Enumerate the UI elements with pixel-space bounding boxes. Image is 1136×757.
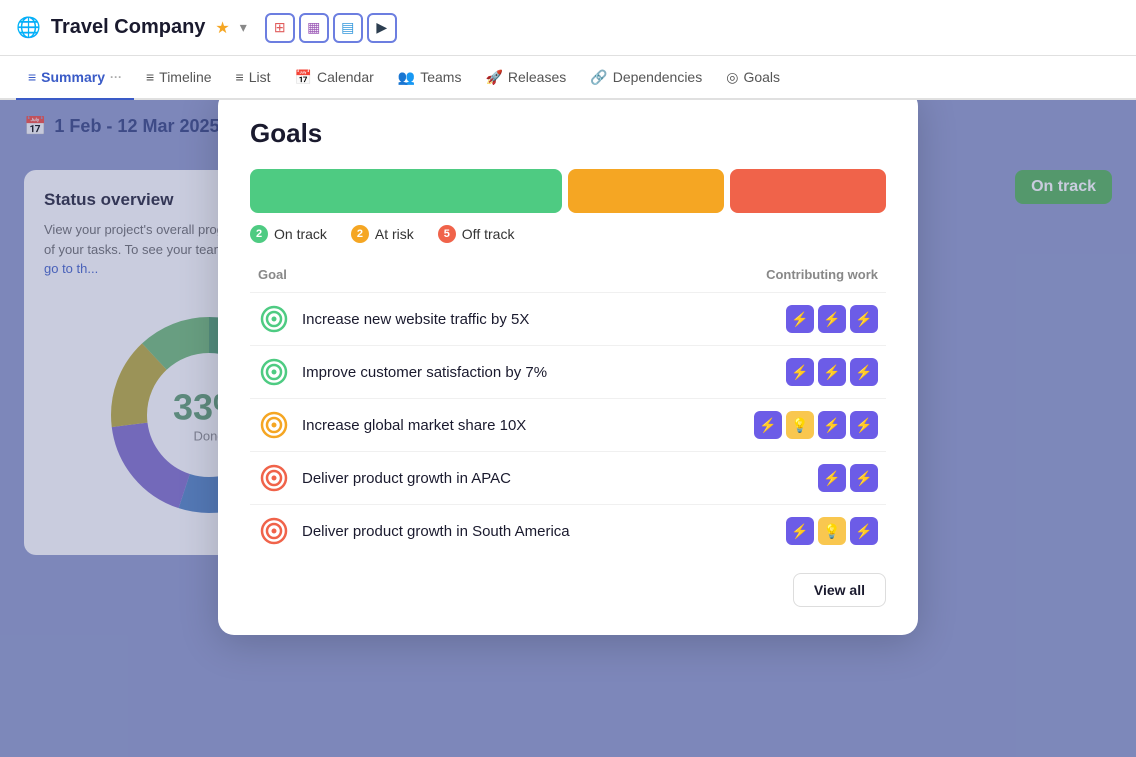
top-bar: 🌐 Travel Company ★ ▾ ⊞ ▦ ▤ ▶ — [0, 0, 1136, 56]
goal-row[interactable]: Deliver product growth in APAC ⚡ ⚡ — [250, 451, 886, 504]
goal-row[interactable]: Increase global market share 10X ⚡ 💡 ⚡ ⚡ — [250, 398, 886, 451]
contrib-icon: ⚡ — [818, 358, 846, 386]
app-title: Travel Company — [51, 16, 206, 39]
view-icon-2[interactable]: ▦ — [299, 13, 329, 43]
dependencies-tab-icon: 🔗 — [590, 69, 607, 86]
status-bar — [250, 169, 886, 213]
status-legend: 2 On track 2 At risk 5 Off track — [250, 225, 886, 243]
star-icon[interactable]: ★ — [215, 18, 229, 38]
goal-row[interactable]: Increase new website traffic by 5X ⚡ ⚡ ⚡ — [250, 292, 886, 345]
contrib-icon: ⚡ — [786, 305, 814, 333]
view-icon-1[interactable]: ⊞ — [265, 13, 295, 43]
off-track-dot: 5 — [438, 225, 456, 243]
goals-tab-icon: ◎ — [726, 69, 738, 86]
goal-contributing-icons: ⚡ ⚡ ⚡ — [786, 305, 878, 333]
goals-table-header: Goal Contributing work — [250, 267, 886, 292]
nav-tabs: ≡ Summary ··· ≡ Timeline ≡ List 📅 Calend… — [0, 56, 1136, 100]
goal-left: Deliver product growth in APAC — [258, 462, 511, 494]
tab-dependencies[interactable]: 🔗 Dependencies — [578, 56, 714, 100]
contrib-icon: ⚡ — [818, 464, 846, 492]
chevron-down-icon[interactable]: ▾ — [240, 19, 247, 36]
tab-goals[interactable]: ◎ Goals — [714, 56, 792, 100]
at-risk-bar — [568, 169, 724, 213]
goals-modal: Goals 2 On track 2 At risk 5 Of — [218, 100, 918, 635]
view-icon-3[interactable]: ▤ — [333, 13, 363, 43]
goal-status-icon-at-risk — [258, 409, 290, 441]
contrib-icon: ⚡ — [754, 411, 782, 439]
off-track-bar — [730, 169, 886, 213]
globe-icon: 🌐 — [16, 15, 41, 40]
goal-left: Increase global market share 10X — [258, 409, 526, 441]
view-icon-4[interactable]: ▶ — [367, 13, 397, 43]
timeline-tab-icon: ≡ — [146, 69, 154, 85]
main-content: 📅 1 Feb - 12 Mar 2025 Status overview Vi… — [0, 100, 1136, 757]
at-risk-dot: 2 — [351, 225, 369, 243]
contributing-column-header: Contributing work — [766, 267, 878, 282]
goal-status-icon-on-track — [258, 303, 290, 335]
contrib-icon: ⚡ — [850, 411, 878, 439]
goal-row[interactable]: Improve customer satisfaction by 7% ⚡ ⚡ … — [250, 345, 886, 398]
legend-off-track: 5 Off track — [438, 225, 515, 243]
contrib-icon-yellow: 💡 — [786, 411, 814, 439]
goal-text: Increase new website traffic by 5X — [302, 311, 529, 328]
goal-text: Deliver product growth in South America — [302, 523, 570, 540]
contrib-icon: ⚡ — [850, 517, 878, 545]
summary-tab-icon: ≡ — [28, 69, 36, 85]
tab-teams[interactable]: 👥 Teams — [386, 56, 474, 100]
goal-text: Increase global market share 10X — [302, 417, 526, 434]
contrib-icon: ⚡ — [850, 464, 878, 492]
goal-left: Deliver product growth in South America — [258, 515, 570, 547]
modal-overlay: Goals 2 On track 2 At risk 5 Of — [0, 100, 1136, 757]
on-track-bar — [250, 169, 562, 213]
goal-contributing-icons: ⚡ 💡 ⚡ ⚡ — [754, 411, 878, 439]
goal-text: Deliver product growth in APAC — [302, 470, 511, 487]
goal-contributing-icons: ⚡ 💡 ⚡ — [786, 517, 878, 545]
view-all-button[interactable]: View all — [793, 573, 886, 607]
teams-tab-icon: 👥 — [398, 69, 415, 86]
goal-text: Improve customer satisfaction by 7% — [302, 364, 547, 381]
contrib-icon: ⚡ — [818, 411, 846, 439]
contrib-icon: ⚡ — [786, 358, 814, 386]
modal-title: Goals — [250, 118, 886, 149]
goal-left: Improve customer satisfaction by 7% — [258, 356, 547, 388]
contrib-icon: ⚡ — [850, 305, 878, 333]
tab-timeline[interactable]: ≡ Timeline — [134, 56, 224, 100]
contrib-icon: ⚡ — [786, 517, 814, 545]
tab-list[interactable]: ≡ List — [224, 56, 283, 100]
releases-tab-icon: 🚀 — [485, 69, 502, 86]
goal-column-header: Goal — [258, 267, 287, 282]
on-track-dot: 2 — [250, 225, 268, 243]
contrib-icon: ⚡ — [818, 305, 846, 333]
goal-status-icon-off-track-2 — [258, 515, 290, 547]
legend-at-risk: 2 At risk — [351, 225, 414, 243]
toolbar-icons: ⊞ ▦ ▤ ▶ — [265, 13, 397, 43]
tab-summary[interactable]: ≡ Summary ··· — [16, 56, 134, 100]
contrib-icon-yellow: 💡 — [818, 517, 846, 545]
goal-left: Increase new website traffic by 5X — [258, 303, 529, 335]
summary-ellipsis: ··· — [110, 70, 122, 84]
goal-status-icon-on-track-2 — [258, 356, 290, 388]
goal-status-icon-off-track — [258, 462, 290, 494]
tab-calendar[interactable]: 📅 Calendar — [283, 56, 386, 100]
contrib-icon: ⚡ — [850, 358, 878, 386]
calendar-tab-icon: 📅 — [295, 69, 312, 86]
legend-on-track: 2 On track — [250, 225, 327, 243]
goal-row[interactable]: Deliver product growth in South America … — [250, 504, 886, 557]
goal-contributing-icons: ⚡ ⚡ — [818, 464, 878, 492]
goal-contributing-icons: ⚡ ⚡ ⚡ — [786, 358, 878, 386]
tab-releases[interactable]: 🚀 Releases — [473, 56, 578, 100]
list-tab-icon: ≡ — [236, 69, 244, 85]
